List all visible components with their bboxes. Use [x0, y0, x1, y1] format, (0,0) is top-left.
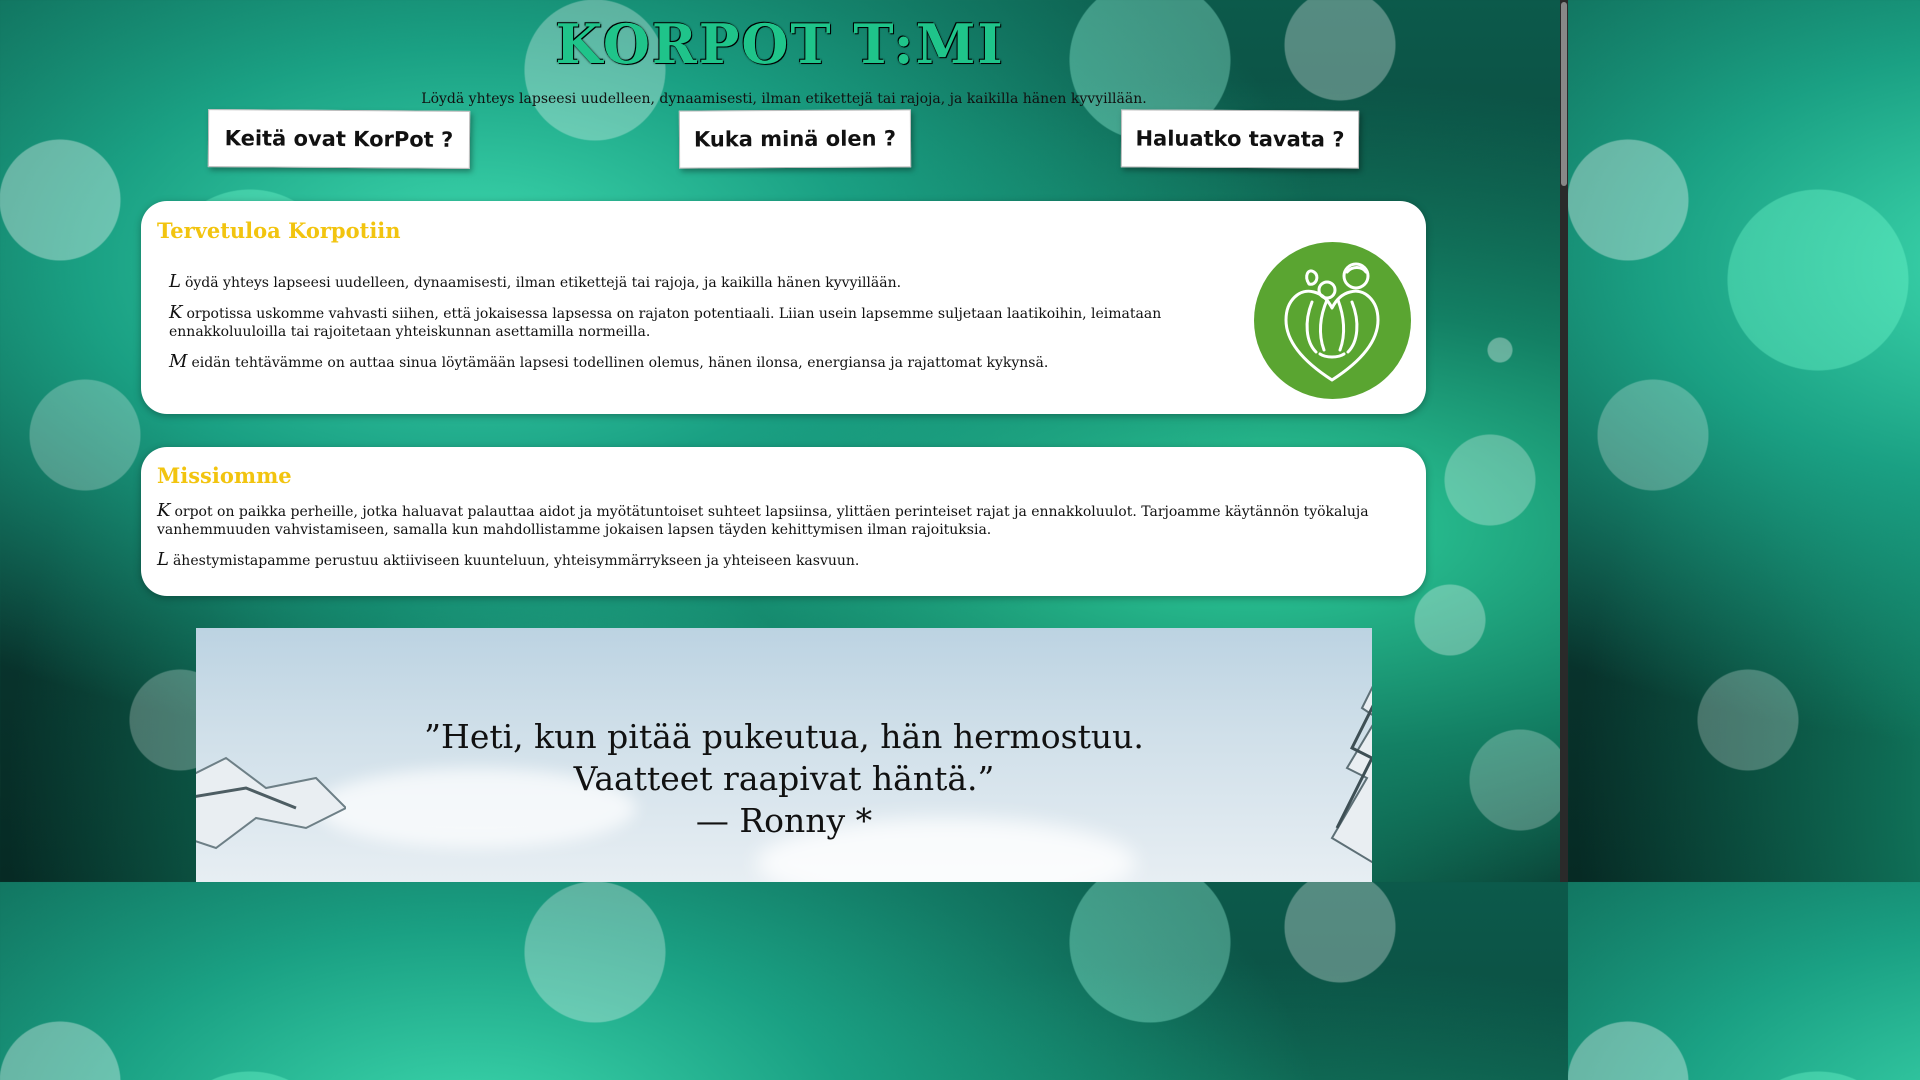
drop-initial: M — [169, 351, 188, 372]
nav-button-who-am-i[interactable]: Kuka minä olen ? — [678, 109, 912, 169]
mission-paragraph: Lähestymistapamme perustuu aktiiviseen k… — [157, 551, 1387, 570]
welcome-card: Tervetuloa Korpotiin Löydä yhteys lapsee… — [141, 201, 1426, 414]
drop-initial: L — [157, 549, 169, 570]
drop-initial: K — [169, 302, 183, 323]
quote-line: ”Heti, kun pitää pukeutua, hän hermostuu… — [424, 717, 1144, 756]
mission-paragraph: Korpot on paikka perheille, jotka haluav… — [157, 502, 1387, 539]
page-scrollbar[interactable] — [1560, 0, 1568, 882]
quote-author: — Ronny * — [695, 801, 873, 840]
quote-hero-banner: ”Heti, kun pitää pukeutua, hän hermostuu… — [196, 628, 1372, 882]
mission-card: Missiomme Korpot on paikka perheille, jo… — [141, 447, 1426, 596]
nav-button-who-are-korpot[interactable]: Keitä ovat KorPot ? — [207, 109, 471, 169]
welcome-paragraph: Korpotissa uskomme vahvasti siihen, että… — [169, 304, 1219, 341]
welcome-paragraph: Meidän tehtävämme on auttaa sinua löytäm… — [169, 353, 1219, 372]
testimonial-quote: ”Heti, kun pitää pukeutua, hän hermostuu… — [196, 716, 1372, 842]
paragraph-text: ähestymistapamme perustuu aktiiviseen ku… — [172, 553, 860, 569]
drop-initial: L — [169, 271, 181, 292]
welcome-heading: Tervetuloa Korpotiin — [157, 218, 401, 243]
welcome-paragraph: Löydä yhteys lapseesi uudelleen, dynaami… — [169, 273, 1219, 292]
family-heart-logo-icon — [1254, 242, 1411, 399]
mission-heading: Missiomme — [157, 463, 292, 488]
nav-button-want-to-meet[interactable]: Haluatko tavata ? — [1120, 109, 1360, 169]
paragraph-text: orpotissa uskomme vahvasti siihen, että … — [169, 306, 1162, 340]
paragraph-text: orpot on paikka perheille, jotka haluava… — [157, 504, 1369, 538]
tagline: Löydä yhteys lapseesi uudelleen, dynaami… — [421, 91, 1147, 107]
paragraph-text: eidän tehtävämme on auttaa sinua löytämä… — [191, 355, 1049, 371]
drop-initial: K — [157, 500, 171, 521]
quote-line: Vaatteet raapivat häntä.” — [573, 759, 995, 798]
paragraph-text: öydä yhteys lapseesi uudelleen, dynaamis… — [184, 275, 902, 291]
site-title: KORPOT T:MI — [555, 12, 1005, 76]
